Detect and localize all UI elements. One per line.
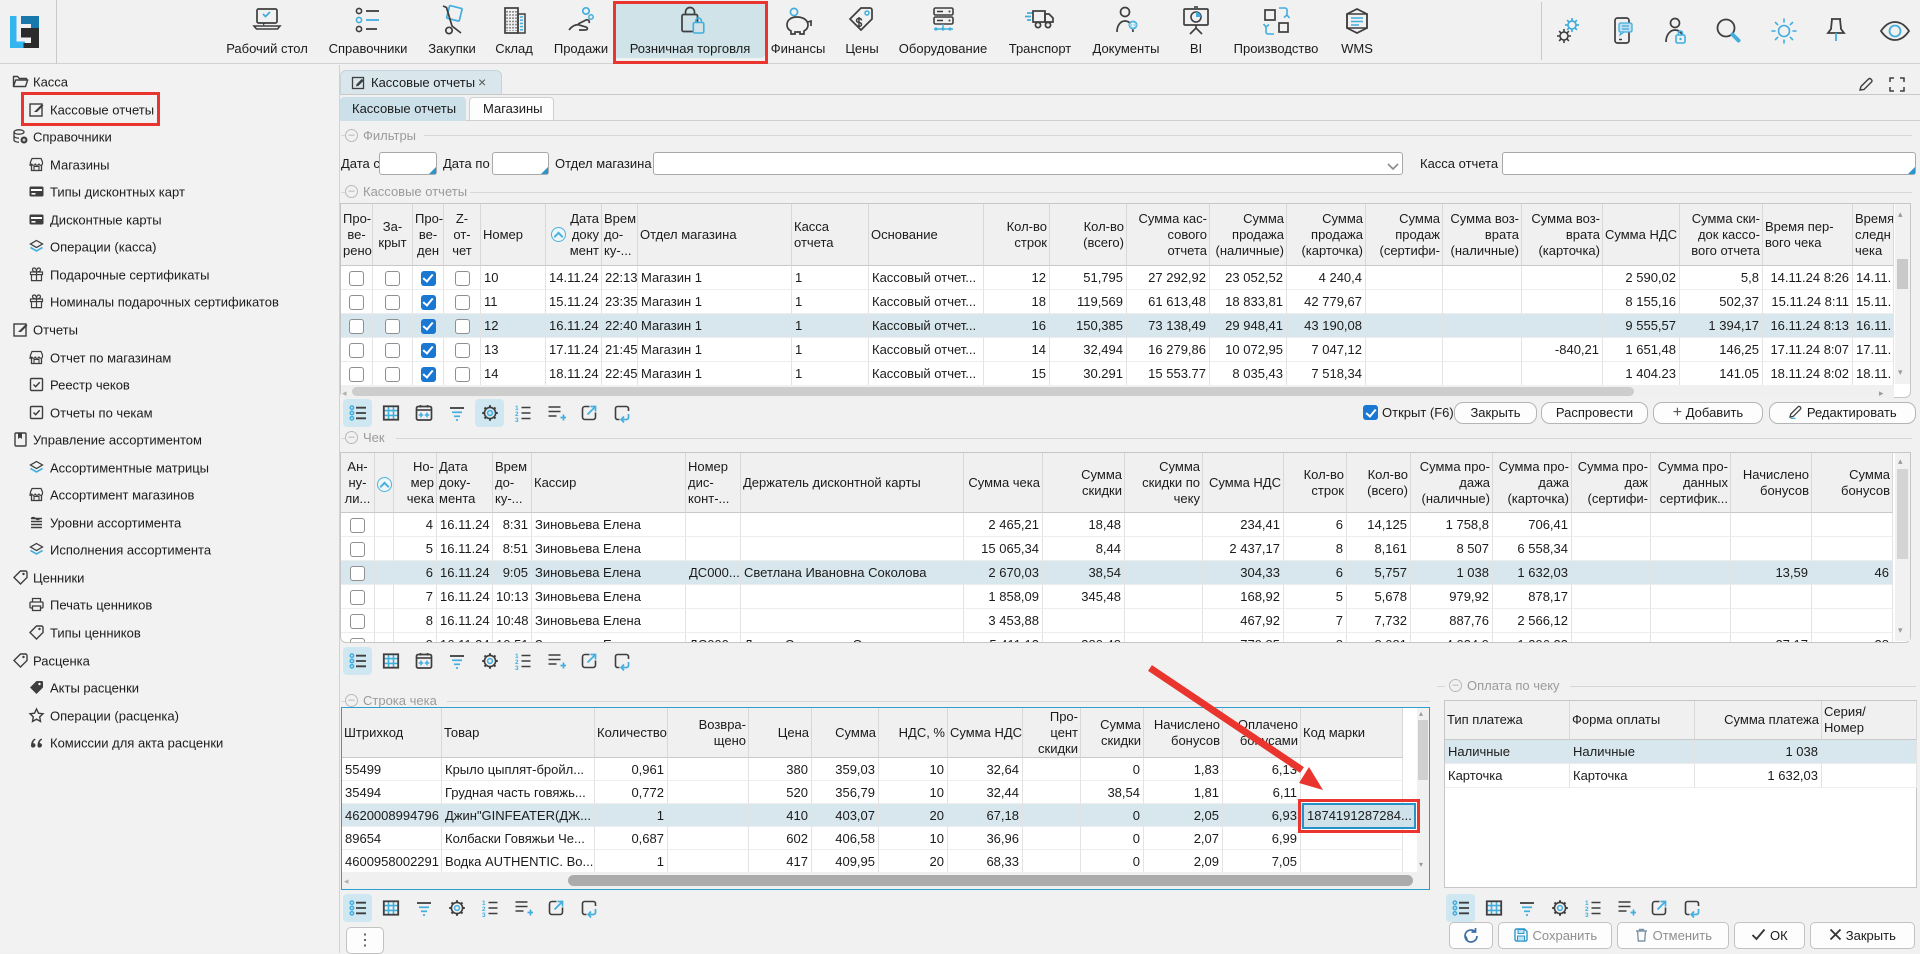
svg-text:3: 3 bbox=[515, 417, 519, 423]
svg-text:3: 3 bbox=[515, 665, 519, 671]
svg-text:3: 3 bbox=[1585, 912, 1589, 918]
svg-text:3: 3 bbox=[482, 912, 486, 918]
